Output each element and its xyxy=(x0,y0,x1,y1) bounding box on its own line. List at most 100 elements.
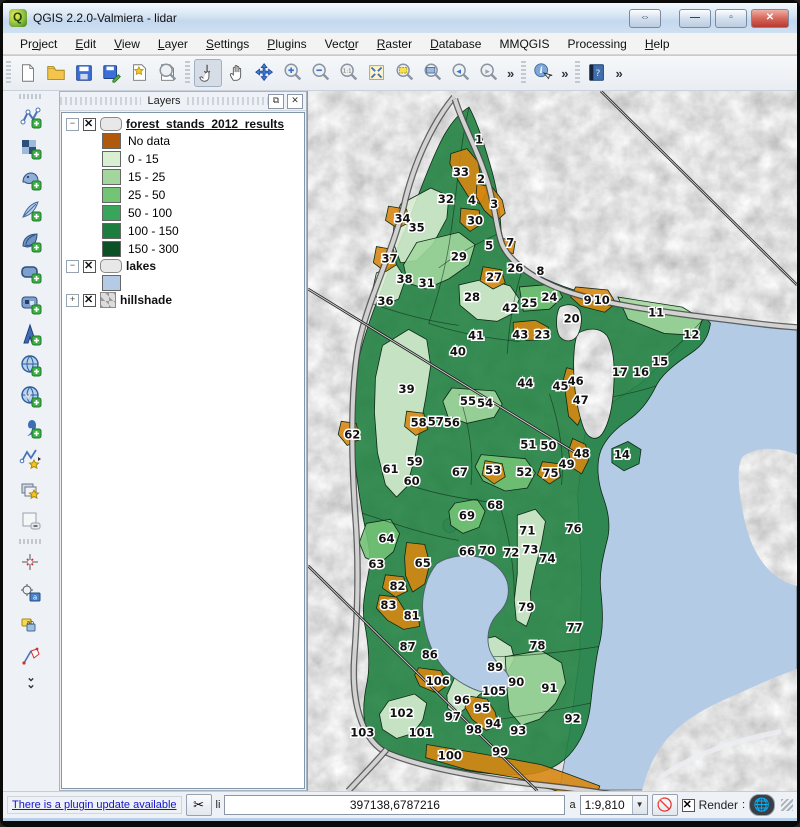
toolbar-overflow-icon[interactable]: » xyxy=(503,66,518,81)
menu-layer[interactable]: Layer xyxy=(149,35,197,53)
panel-float-button[interactable]: ⧉ xyxy=(268,94,284,109)
zoom-native-icon[interactable]: 1:1 xyxy=(336,60,362,86)
toolbar-overflow-icon[interactable]: » xyxy=(557,66,572,81)
layers-panel-header[interactable]: Layers ⧉ ✕ xyxy=(60,92,306,111)
titlebar-buttons: ⇔ —▫✕ xyxy=(629,9,789,28)
stand-label: 51 xyxy=(520,438,536,452)
menu-raster[interactable]: Raster xyxy=(368,35,421,53)
identify-icon[interactable]: i xyxy=(530,60,556,86)
stand-label: 70 xyxy=(479,544,495,558)
layer-checkbox[interactable] xyxy=(83,260,96,273)
compat-button[interactable]: ⇔ xyxy=(629,9,661,28)
zoom-out-icon[interactable] xyxy=(308,60,334,86)
label-crosshair-icon[interactable] xyxy=(16,547,46,578)
add-vector-layer-icon[interactable] xyxy=(16,102,46,133)
scale-combobox[interactable]: 1:9,810 ▼ xyxy=(580,795,648,815)
label-change-icon[interactable]: ab xyxy=(16,609,46,640)
help-contents-icon[interactable]: ? xyxy=(584,60,610,86)
new-composer-icon[interactable] xyxy=(127,60,153,86)
toolbar-more-chevron-icon[interactable]: ⌄⌄ xyxy=(26,675,35,689)
add-raster-layer-icon[interactable] xyxy=(16,133,46,164)
map-canvas[interactable]: 1332324334303575372926827383128249103625… xyxy=(307,91,797,791)
touch-zoom-icon[interactable] xyxy=(194,59,222,87)
composer-manager-icon[interactable] xyxy=(155,60,181,86)
stand-label: 48 xyxy=(574,447,590,461)
pan-map-icon[interactable] xyxy=(224,60,250,86)
maximize-button[interactable]: ▫ xyxy=(715,9,747,28)
tree-expand-icon[interactable]: − xyxy=(66,118,79,131)
remove-layer-icon[interactable] xyxy=(16,505,46,536)
menu-processing[interactable]: Processing xyxy=(558,35,635,53)
stand-label: 14 xyxy=(614,448,630,462)
panel-close-button[interactable]: ✕ xyxy=(287,94,303,109)
menu-database[interactable]: Database xyxy=(421,35,490,53)
tree-expand-icon[interactable]: − xyxy=(66,260,79,273)
layer-item-hillshade[interactable]: +hillshade xyxy=(62,292,304,308)
plugin-scissors-icon[interactable]: ✂ xyxy=(186,794,212,816)
render-checkbox[interactable] xyxy=(682,799,695,812)
map-svg[interactable]: 1332324334303575372926827383128249103625… xyxy=(308,91,797,791)
menu-project[interactable]: Project xyxy=(11,35,66,53)
stand-label: 10 xyxy=(594,293,610,307)
zoom-full-icon[interactable] xyxy=(364,60,390,86)
plugin-update-link[interactable]: There is a plugin update available xyxy=(7,796,182,814)
label-pin-icon[interactable] xyxy=(16,640,46,671)
legend-class-label: 150 - 300 xyxy=(128,242,179,256)
toolbar-overflow-icon[interactable]: » xyxy=(611,66,626,81)
menu-settings[interactable]: Settings xyxy=(197,35,258,53)
layer-checkbox[interactable] xyxy=(83,294,96,307)
stand-label: 97 xyxy=(445,709,461,723)
stand-label: 53 xyxy=(485,463,501,477)
add-wfs-layer-icon[interactable] xyxy=(16,381,46,412)
zoom-to-layer-icon[interactable] xyxy=(420,60,446,86)
legend-swatch xyxy=(102,133,121,149)
coordinate-label: li xyxy=(216,799,221,811)
add-postgis-layer-icon[interactable] xyxy=(16,164,46,195)
layer-item-forest_stands_2012_results[interactable]: −forest_stands_2012_results xyxy=(62,116,304,132)
menu-help[interactable]: Help xyxy=(636,35,679,53)
pan-to-selection-icon[interactable] xyxy=(252,60,278,86)
add-wms-layer-icon[interactable] xyxy=(16,319,46,350)
stop-render-icon[interactable]: 🚫 xyxy=(652,794,678,816)
legend-swatch xyxy=(102,223,121,239)
layers-tree[interactable]: −forest_stands_2012_resultsNo data0 - 15… xyxy=(61,112,305,789)
add-oracle-layer-icon[interactable] xyxy=(16,257,46,288)
new-project-icon[interactable] xyxy=(15,60,41,86)
zoom-last-icon[interactable] xyxy=(448,60,474,86)
zoom-in-icon[interactable] xyxy=(280,60,306,86)
legend-class-label: 100 - 150 xyxy=(128,224,179,238)
zoom-to-selection-icon[interactable] xyxy=(392,60,418,86)
mmqgis-layer-icon[interactable] xyxy=(16,474,46,505)
tree-expand-icon[interactable]: + xyxy=(66,294,79,307)
titlebar[interactable]: QGIS 2.2.0-Valmiera - lidar ⇔—▫✕ xyxy=(3,3,797,33)
add-mssql-layer-icon[interactable] xyxy=(16,226,46,257)
crs-status-icon[interactable]: 🌐 xyxy=(749,794,775,816)
add-wcs-layer-icon[interactable] xyxy=(16,350,46,381)
chevron-down-icon[interactable]: ▼ xyxy=(632,796,647,814)
layers-panel-title: Layers xyxy=(141,95,186,107)
minimize-button[interactable]: — xyxy=(679,9,711,28)
layer-checkbox[interactable] xyxy=(83,118,96,131)
open-project-icon[interactable] xyxy=(43,60,69,86)
add-spatialite-layer-icon[interactable] xyxy=(16,195,46,226)
new-shapefile-layer-icon[interactable] xyxy=(16,443,46,474)
stand-label: 95 xyxy=(474,701,490,715)
label-move-icon[interactable]: a xyxy=(16,578,46,609)
save-project-icon[interactable] xyxy=(71,60,97,86)
menu-view[interactable]: View xyxy=(105,35,149,53)
legend-class-row xyxy=(62,274,304,292)
resize-grip[interactable] xyxy=(781,799,793,811)
menu-plugins[interactable]: Plugins xyxy=(258,35,315,53)
add-oracle-georaster-layer-icon[interactable] xyxy=(16,288,46,319)
menu-vector[interactable]: Vector xyxy=(316,35,368,53)
add-delimited-text-layer-icon[interactable] xyxy=(16,412,46,443)
menu-edit[interactable]: Edit xyxy=(66,35,105,53)
coordinate-box[interactable]: 397138,6787216 xyxy=(224,795,565,815)
layer-item-lakes[interactable]: −lakes xyxy=(62,258,304,274)
close-button[interactable]: ✕ xyxy=(751,9,789,28)
menu-mmqgis[interactable]: MMQGIS xyxy=(490,35,558,53)
stand-label: 45 xyxy=(553,379,569,393)
zoom-next-icon[interactable] xyxy=(476,60,502,86)
save-project-as-icon[interactable] xyxy=(99,60,125,86)
stand-label: 23 xyxy=(534,327,550,341)
